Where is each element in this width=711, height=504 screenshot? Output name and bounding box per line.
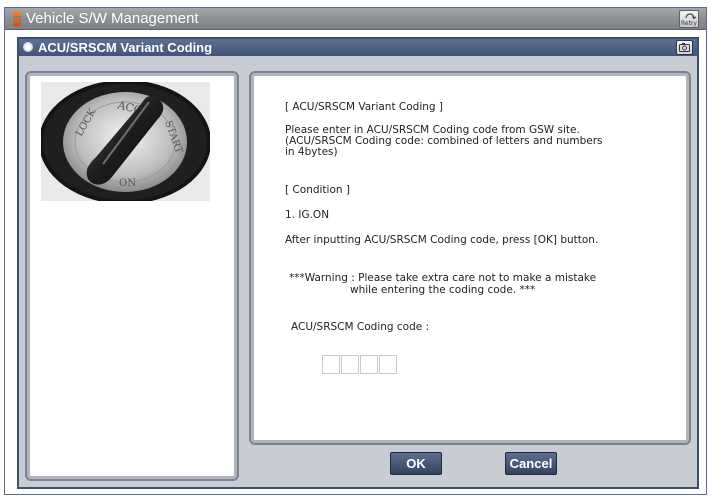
instruction-panel: [ ACU/SRSCM Variant Coding ] Please ente… [249, 71, 691, 445]
condition-item-1: 1. IG.ON [285, 209, 330, 221]
app-logo-icon [13, 12, 21, 26]
coding-code-input-group [322, 355, 397, 374]
ok-button[interactable]: OK [390, 452, 442, 475]
camera-icon [679, 43, 690, 52]
app-titlebar: Vehicle S/W Management Retry [5, 8, 706, 30]
after-input-text: After inputting ACU/SRSCM Coding code, p… [285, 234, 599, 246]
image-panel: ACC LOCK START ON [25, 71, 239, 481]
coding-code-char-4[interactable] [379, 355, 397, 374]
variant-coding-dialog: ACU/SRSCM Variant Coding ACC LOCK START … [17, 37, 699, 489]
instruction-text-area: [ ACU/SRSCM Variant Coding ] Please ente… [257, 79, 683, 437]
warning-line-2: while entering the coding code. *** [350, 284, 536, 296]
instruction-line-3: in 4bytes) [285, 146, 338, 158]
retry-label: Retry [681, 20, 697, 27]
cancel-button[interactable]: Cancel [505, 452, 557, 475]
condition-heading: [ Condition ] [285, 184, 350, 196]
coding-code-label: ACU/SRSCM Coding code : [291, 321, 430, 333]
app-title: Vehicle S/W Management [26, 10, 199, 27]
app-window: Vehicle S/W Management Retry ACU/SRSCM V… [4, 7, 707, 495]
dialog-title: ACU/SRSCM Variant Coding [38, 40, 213, 55]
dialog-titlebar: ACU/SRSCM Variant Coding [19, 39, 697, 56]
capture-button[interactable] [676, 40, 693, 55]
key-label-on: ON [119, 178, 136, 189]
coding-code-char-1[interactable] [322, 355, 340, 374]
instruction-heading: [ ACU/SRSCM Variant Coding ] [285, 101, 444, 113]
dialog-body: ACC LOCK START ON [ ACU/SRSCM Variant Co… [19, 56, 697, 487]
ignition-key-photo: ACC LOCK START ON [41, 82, 210, 201]
dialog-icon [23, 42, 33, 52]
coding-code-char-3[interactable] [360, 355, 378, 374]
image-panel-inner: ACC LOCK START ON [33, 79, 231, 473]
retry-button[interactable]: Retry [679, 10, 699, 28]
coding-code-char-2[interactable] [341, 355, 359, 374]
warning-line-1: ***Warning : Please take extra care not … [289, 272, 597, 284]
